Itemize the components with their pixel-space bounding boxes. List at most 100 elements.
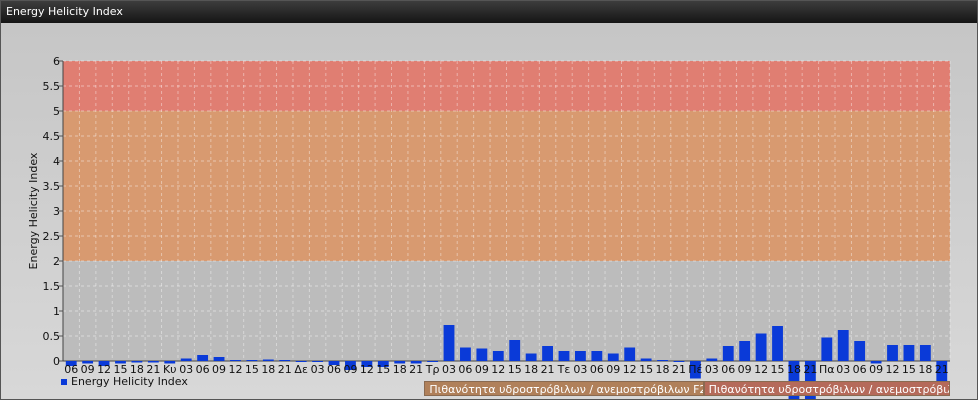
x-tick-label: 09 (475, 363, 489, 376)
x-tick-label: 18 (918, 363, 932, 376)
x-tick-label: 06 (196, 363, 210, 376)
bar (180, 358, 192, 361)
bar (525, 353, 537, 361)
bar (755, 333, 767, 361)
x-tick-label: Πα (819, 363, 835, 376)
bar (673, 361, 685, 362)
x-tick-label: 09 (869, 363, 883, 376)
y-axis-label: Energy Helicity Index (27, 152, 40, 269)
x-tick-label: 21 (803, 363, 817, 376)
bar (607, 353, 619, 361)
x-tick-label: 06 (721, 363, 735, 376)
x-tick-label: 18 (656, 363, 670, 376)
bar (919, 345, 931, 361)
bar (443, 325, 455, 361)
y-tick-label: 2 (53, 255, 60, 268)
x-tick-label: 21 (409, 363, 423, 376)
legend-label: Energy Helicity Index (71, 375, 188, 388)
y-tick-label: 3.5 (43, 180, 61, 193)
x-tick-label: 06 (327, 363, 341, 376)
y-tick-label: 1 (53, 305, 60, 318)
x-tick-label: 21 (935, 363, 949, 376)
y-tick-label: 0 (53, 355, 60, 368)
legend: Energy Helicity Index (61, 375, 188, 388)
bar (591, 351, 603, 361)
x-tick-label: 12 (228, 363, 242, 376)
chart-svg: 0 0.5 1 1.5 2 2.5 3 3.5 4 4.5 5 5.5 6 Energy Helicity… (27, 55, 951, 399)
x-tick-label: 18 (787, 363, 801, 376)
risk-zone-f4-f5: Πιθανότητα υδροστρόβιλων / ανεμοστρόβιλω… (703, 381, 950, 396)
chart-window: Energy Helicity Index 0 0.5 1 1.5 2 2.5 3 3.5 4 4… (0, 0, 978, 400)
x-tick-label: 21 (672, 363, 686, 376)
bar (722, 346, 734, 361)
bar (295, 361, 307, 362)
bar (213, 357, 225, 361)
x-tick-label: 12 (491, 363, 505, 376)
bar (706, 358, 718, 361)
y-tick-label: 4.5 (43, 130, 61, 143)
x-tick-label: 03 (311, 363, 325, 376)
bar (262, 359, 274, 361)
bar (312, 361, 324, 362)
x-tick-label: 12 (623, 363, 637, 376)
x-tick-label: 09 (212, 363, 226, 376)
x-tick-label: 15 (639, 363, 653, 376)
bar (558, 351, 570, 361)
bar (492, 351, 504, 361)
x-tick-label: 15 (771, 363, 785, 376)
x-tick-label: 06 (590, 363, 604, 376)
x-tick-label: 09 (343, 363, 357, 376)
x-tick-label: 06 (853, 363, 867, 376)
y-tick-label: 3 (53, 205, 60, 218)
risk-zone-f2-f3: Πιθανότητα υδροστρόβιλων / ανεμοστρόβιλω… (424, 381, 704, 396)
x-tick-label: 03 (442, 363, 456, 376)
x-tick-label: 03 (573, 363, 587, 376)
bar (624, 347, 636, 361)
bar (854, 341, 866, 361)
bar (657, 360, 668, 361)
bar (739, 341, 751, 361)
x-tick-label: 03 (705, 363, 719, 376)
legend-swatch (61, 379, 67, 385)
x-tick-label: 18 (393, 363, 407, 376)
y-tick-label: 6 (53, 55, 60, 68)
y-tick-label: 5 (53, 105, 60, 118)
y-tick-label: 5.5 (43, 80, 61, 93)
bar (542, 346, 553, 361)
bar (509, 340, 521, 361)
x-tick-label: 12 (886, 363, 900, 376)
bar (574, 351, 586, 361)
x-tick-label: 18 (524, 363, 538, 376)
x-tick-label: 15 (376, 363, 390, 376)
x-tick-label: 15 (508, 363, 522, 376)
bar (476, 348, 488, 361)
bar (640, 358, 652, 361)
x-tick-label: Δε (294, 363, 308, 376)
y-tick-label: 0.5 (43, 330, 61, 343)
bar (427, 361, 439, 362)
x-tick-label: 18 (261, 363, 275, 376)
bar (197, 355, 209, 361)
bar (230, 360, 241, 361)
x-tick-label: 12 (754, 363, 768, 376)
bar (772, 326, 783, 361)
y-tick-label: 2.5 (43, 230, 61, 243)
bar (887, 345, 898, 361)
x-tick-label: Πέ (688, 363, 702, 376)
x-tick-label: 15 (245, 363, 259, 376)
x-tick-label: 12 (360, 363, 374, 376)
y-tick-label: 1.5 (43, 280, 61, 293)
bar (460, 347, 471, 361)
x-tick-label: Τε (557, 363, 571, 376)
bar (837, 330, 849, 361)
x-tick-label: 15 (902, 363, 916, 376)
bar (903, 345, 915, 361)
bar (821, 337, 833, 361)
x-tick-label: 21 (541, 363, 555, 376)
bar (246, 360, 258, 361)
bar (279, 360, 291, 361)
x-tick-label: 06 (458, 363, 472, 376)
x-tick-label: 21 (278, 363, 292, 376)
x-tick-label: 03 (836, 363, 850, 376)
x-tick-label: 09 (606, 363, 620, 376)
